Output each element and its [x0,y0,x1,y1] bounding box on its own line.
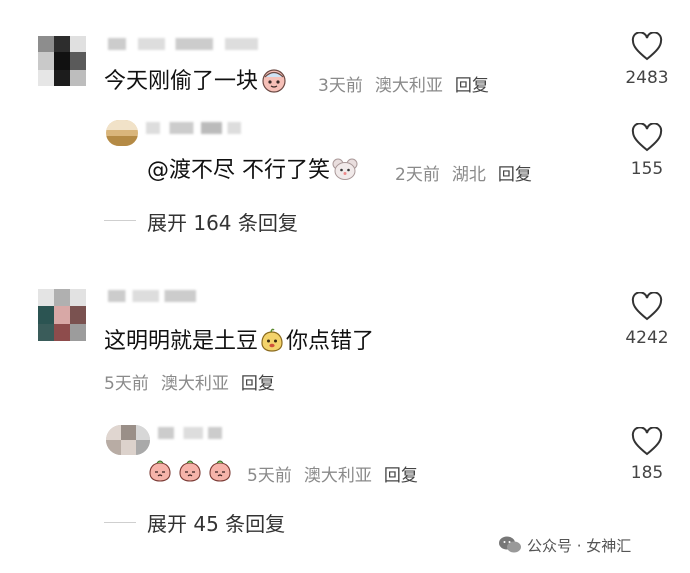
like-button[interactable]: 155 [617,123,677,179]
watermark: 公众号 · 女神汇 [498,535,631,556]
comment-meta: 3天前 澳大利亚 回复 [318,71,489,96]
like-button[interactable]: 4242 [617,292,677,348]
like-button[interactable]: 185 [617,427,677,483]
heart-icon [631,427,663,456]
reply-meta: 2天前 湖北 回复 [395,160,532,185]
reply-button[interactable]: 回复 [498,165,532,185]
comment-location: 澳大利亚 [160,374,229,394]
expand-replies-button[interactable]: 展开 45 条回复 [147,508,285,537]
reply-text: @渡不尽 不行了笑 [147,156,358,185]
comment-text: 这明明就是土豆 你点错了 [104,327,374,356]
reply-meta: 5天前 澳大利亚 回复 [247,461,418,486]
reply-body: @渡不尽 不行了笑 [147,158,330,183]
comment-body: 这明明就是土豆 [104,329,259,354]
comment-time: 5天前 [104,374,149,394]
avatar[interactable] [106,120,138,146]
peach-sticker-icon [209,460,231,482]
username-blurred[interactable] [108,38,258,50]
heart-icon [631,123,663,152]
like-count: 4242 [625,328,669,348]
reply-location: 澳大利亚 [303,466,372,486]
heart-icon [631,292,663,321]
reply-time: 5天前 [247,466,292,486]
peach-sticker-icon [179,460,201,482]
heart-icon [631,32,663,61]
reply-time: 2天前 [395,165,440,185]
username-blurred[interactable] [108,290,196,302]
comment-body: 今天刚偷了一块 [104,69,259,94]
like-count: 185 [630,463,664,483]
watermark-text: 公众号 · 女神汇 [527,537,632,555]
reply-text [147,457,233,486]
peach-sticker-icon [149,460,171,482]
potato-sticker-icon [261,328,283,352]
expand-divider [104,220,136,221]
username-blurred[interactable] [158,427,222,439]
reply-location: 湖北 [451,165,486,185]
like-button[interactable]: 2483 [617,32,677,88]
comment-text: 今天刚偷了一块 [104,67,287,96]
reply-button[interactable]: 回复 [455,76,489,96]
like-count: 155 [630,159,664,179]
expand-replies-button[interactable]: 展开 164 条回复 [147,207,298,236]
like-count: 2483 [625,68,669,88]
face-sticker-icon [262,69,286,93]
username-blurred[interactable] [146,122,241,134]
avatar[interactable] [38,36,86,86]
expand-divider [104,522,136,523]
comment-location: 澳大利亚 [374,76,443,96]
comment-meta: 5天前 澳大利亚 回复 [104,369,275,394]
mouse-emoji-icon [332,158,358,180]
avatar[interactable] [106,425,150,455]
wechat-logo-icon [499,536,521,553]
comment-body-end: 你点错了 [286,329,375,354]
reply-button[interactable]: 回复 [241,374,275,394]
reply-button[interactable]: 回复 [384,466,418,486]
comment-time: 3天前 [318,76,363,96]
avatar[interactable] [38,289,86,341]
